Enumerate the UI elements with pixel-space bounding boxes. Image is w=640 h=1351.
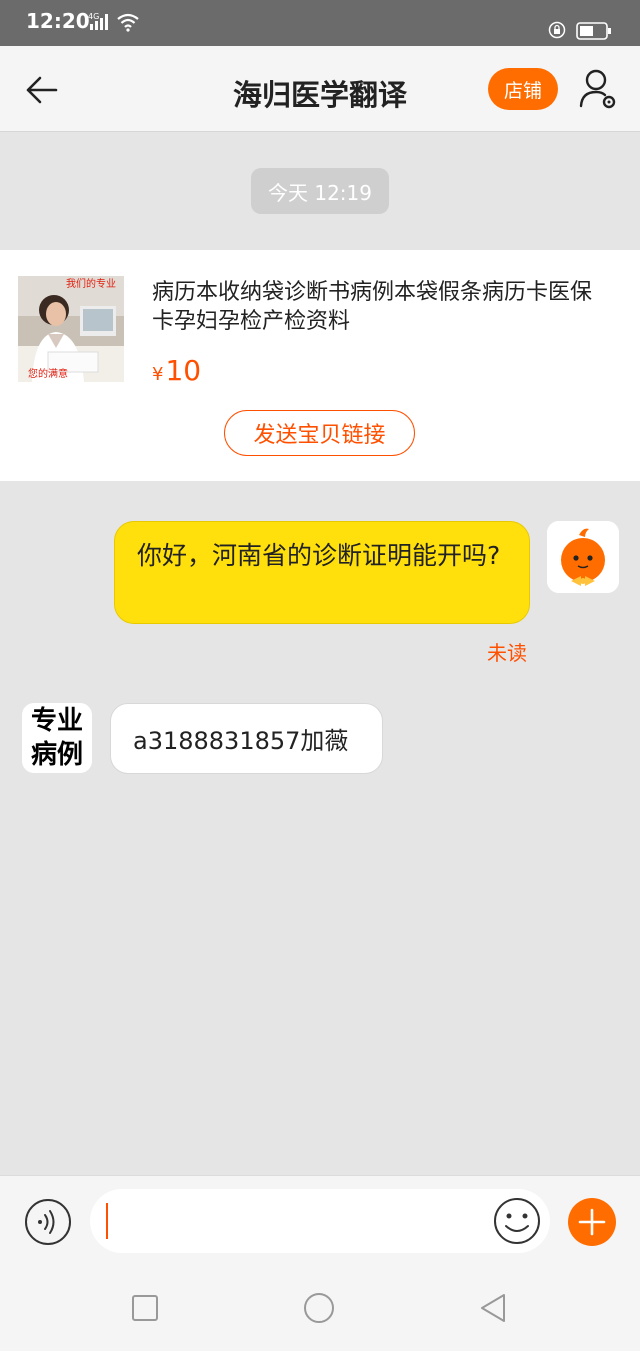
rotation-lock-icon bbox=[548, 21, 566, 39]
system-nav-bar bbox=[0, 1265, 640, 1351]
network-type-label: 4G bbox=[88, 12, 99, 21]
text-caret bbox=[106, 1203, 108, 1239]
product-card[interactable]: 我们的专业 您的满意 病历本收纳袋诊断书病例本袋假条病历卡医保卡孕妇孕检产检资料… bbox=[0, 250, 640, 481]
cellular-signal-icon: 4G bbox=[88, 12, 108, 30]
wifi-icon bbox=[117, 13, 139, 32]
message-input[interactable] bbox=[90, 1189, 550, 1253]
back-nav-icon[interactable] bbox=[476, 1291, 510, 1325]
battery-icon bbox=[576, 22, 611, 40]
read-status: 未读 bbox=[487, 641, 527, 665]
shop-button[interactable]: 店铺 bbox=[488, 68, 558, 110]
send-product-link-button[interactable]: 发送宝贝链接 bbox=[224, 410, 415, 456]
voice-input-icon[interactable] bbox=[24, 1198, 72, 1246]
chat-timestamp: 今天 12:19 bbox=[251, 168, 389, 214]
chat-header: 海归医学翻译 店铺 bbox=[0, 46, 640, 132]
user-settings-icon[interactable] bbox=[578, 68, 618, 110]
my-avatar[interactable] bbox=[547, 521, 619, 593]
currency-symbol: ¥ bbox=[152, 364, 164, 385]
price-value: 10 bbox=[165, 354, 202, 387]
emoji-icon[interactable] bbox=[492, 1196, 542, 1246]
input-bar bbox=[0, 1175, 640, 1265]
status-time: 12:20 bbox=[26, 9, 90, 33]
home-icon[interactable] bbox=[302, 1291, 336, 1325]
thumb-caption-top: 我们的专业 bbox=[66, 277, 116, 290]
shop-avatar-line2: 病例 bbox=[30, 740, 83, 770]
product-price: ¥10 bbox=[152, 354, 201, 387]
status-bar: 12:20 4G bbox=[0, 0, 640, 46]
product-title[interactable]: 病历本收纳袋诊断书病例本袋假条病历卡医保卡孕妇孕检产检资料 bbox=[152, 278, 612, 336]
other-message-bubble[interactable]: a3188831857加薇 bbox=[110, 703, 383, 774]
product-thumbnail[interactable]: 我们的专业 您的满意 bbox=[18, 276, 124, 382]
plus-icon[interactable] bbox=[568, 1198, 616, 1246]
shop-avatar-line1: 专业 bbox=[30, 706, 83, 736]
shop-avatar[interactable]: 专业 病例 bbox=[22, 703, 92, 773]
recent-apps-icon[interactable] bbox=[128, 1291, 162, 1325]
my-message-bubble[interactable]: 你好，河南省的诊断证明能开吗? bbox=[114, 521, 530, 624]
thumb-caption-bottom: 您的满意 bbox=[28, 367, 68, 380]
